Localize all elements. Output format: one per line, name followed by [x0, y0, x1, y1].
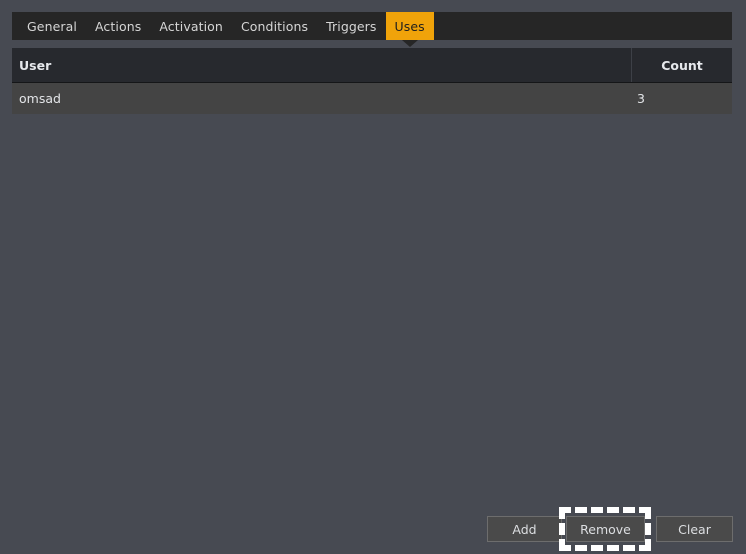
cell-count: 3	[631, 83, 732, 114]
cell-user-value: omsad	[19, 91, 61, 106]
tab-uses[interactable]: Uses	[385, 12, 434, 47]
tab-general[interactable]: General	[18, 12, 86, 40]
tab-triggers-label: Triggers	[326, 18, 377, 34]
add-button-label: Add	[512, 521, 537, 537]
table-row[interactable]: omsad 3	[12, 83, 732, 114]
clear-button[interactable]: Clear	[656, 516, 733, 542]
action-button-bar: Add Remove Clear	[0, 516, 746, 542]
tab-triggers[interactable]: Triggers	[317, 12, 385, 40]
column-header-count[interactable]: Count	[631, 48, 732, 82]
column-header-count-label: Count	[661, 57, 703, 73]
cell-user: omsad	[12, 83, 631, 114]
tab-conditions[interactable]: Conditions	[232, 12, 317, 40]
column-header-user[interactable]: User	[12, 48, 631, 82]
tab-actions[interactable]: Actions	[86, 12, 150, 40]
tab-uses-label: Uses	[394, 18, 425, 34]
remove-button-label: Remove	[580, 521, 631, 537]
uses-panel: General Actions Activation Conditions Tr…	[0, 0, 746, 554]
active-tab-pointer-icon	[401, 40, 418, 47]
add-button[interactable]: Add	[487, 516, 562, 542]
uses-table: User Count omsad 3	[12, 48, 732, 114]
column-header-user-label: User	[19, 57, 52, 73]
tab-actions-label: Actions	[94, 18, 142, 34]
cell-count-value: 3	[637, 91, 645, 106]
table-header-row: User Count	[12, 48, 732, 83]
tab-activation-label: Activation	[159, 18, 223, 34]
tab-activation[interactable]: Activation	[150, 12, 232, 40]
tab-general-label: General	[27, 18, 77, 34]
tab-bar: General Actions Activation Conditions Tr…	[12, 12, 732, 47]
tab-conditions-label: Conditions	[240, 18, 309, 34]
clear-button-label: Clear	[678, 521, 711, 537]
remove-button[interactable]: Remove	[566, 516, 645, 542]
